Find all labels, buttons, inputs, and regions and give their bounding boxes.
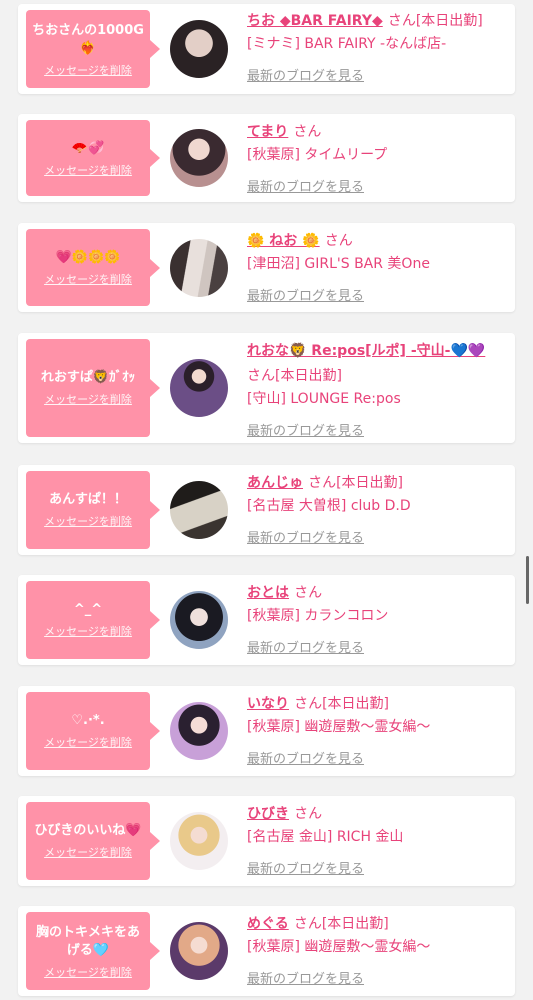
latest-blog-link[interactable]: 最新のブログを見る bbox=[247, 424, 364, 439]
message-text: 胸のトキメキをあげる🩵 bbox=[35, 925, 140, 958]
delete-message-link[interactable]: メッセージを削除 bbox=[44, 62, 132, 78]
delete-message-link[interactable]: メッセージを削除 bbox=[44, 964, 132, 980]
message-card: れおすぱ🦁ｶﾞｵｯ メッセージを削除 れおな🦁 Re:pos[ルポ] -守山-💙… bbox=[18, 333, 515, 443]
message-card: 胸のトキメキをあげる🩵 メッセージを削除 めぐる さん[本日出勤] [秋葉原] … bbox=[18, 906, 515, 996]
honorific: さん bbox=[294, 806, 323, 822]
message-bubble: 💗🌼🌼🌼 メッセージを削除 bbox=[26, 229, 160, 306]
avatar[interactable] bbox=[170, 359, 228, 417]
shop-name: [秋葉原] 幽遊屋敷〜霊女編〜 bbox=[247, 719, 431, 735]
shop-name: [名古屋 大曽根] club D.D bbox=[247, 498, 411, 514]
latest-blog-link[interactable]: 最新のブログを見る bbox=[247, 641, 364, 656]
shop-name: [ミナミ] BAR FAIRY -なんば店- bbox=[247, 36, 447, 52]
cast-name-link[interactable]: てまり bbox=[247, 124, 288, 140]
message-text: れおすぱ🦁ｶﾞｵｯ bbox=[40, 370, 136, 385]
shop-name: [秋葉原] カランコロン bbox=[247, 608, 389, 624]
message-bubble: 胸のトキメキをあげる🩵 メッセージを削除 bbox=[26, 912, 160, 990]
avatar[interactable] bbox=[170, 591, 228, 649]
cast-name-link[interactable]: れおな🦁 Re:pos[ルポ] -守山-💙💜 bbox=[247, 343, 485, 359]
message-bubble: ひびきのいいね💗 メッセージを削除 bbox=[26, 802, 160, 880]
delete-message-link[interactable]: メッセージを削除 bbox=[44, 734, 132, 750]
cast-name-link[interactable]: ちお ◆BAR FAIRY◆ bbox=[247, 13, 383, 29]
message-bubble: あんすぱ！！ メッセージを削除 bbox=[26, 471, 160, 549]
cast-name-link[interactable]: いなり bbox=[247, 696, 289, 712]
message-text: ^_^ bbox=[73, 602, 103, 617]
scrollbar[interactable] bbox=[526, 556, 529, 604]
message-text: ♡.·*. bbox=[71, 713, 105, 728]
shop-name: [名古屋 金山] RICH 金山 bbox=[247, 829, 404, 845]
message-card: ^_^ メッセージを削除 おとは さん [秋葉原] カランコロン 最新のブログを… bbox=[18, 575, 515, 665]
latest-blog-link[interactable]: 最新のブログを見る bbox=[247, 531, 364, 546]
delete-message-link[interactable]: メッセージを削除 bbox=[44, 162, 132, 178]
latest-blog-link[interactable]: 最新のブログを見る bbox=[247, 180, 364, 195]
shop-name: [秋葉原] 幽遊屋敷〜霊女編〜 bbox=[247, 939, 431, 955]
message-bubble: ちおさんの1000G❤️‍🔥 メッセージを削除 bbox=[26, 10, 160, 88]
honorific: さん bbox=[294, 585, 323, 601]
delete-message-link[interactable]: メッセージを削除 bbox=[44, 513, 132, 529]
cast-name-link[interactable]: めぐる bbox=[247, 916, 289, 932]
cast-name-link[interactable]: あんじゅ bbox=[247, 475, 303, 491]
cast-name-link[interactable]: ひびき bbox=[247, 806, 289, 822]
avatar[interactable] bbox=[170, 702, 228, 760]
message-card: あんすぱ！！ メッセージを削除 あんじゅ さん[本日出勤] [名古屋 大曽根] … bbox=[18, 465, 515, 555]
delete-message-link[interactable]: メッセージを削除 bbox=[44, 844, 132, 860]
latest-blog-link[interactable]: 最新のブログを見る bbox=[247, 972, 364, 987]
shop-name: [津田沼] GIRL'S BAR 美One bbox=[247, 256, 430, 272]
message-text: ちおさんの1000G❤️‍🔥 bbox=[32, 23, 144, 56]
latest-blog-link[interactable]: 最新のブログを見る bbox=[247, 862, 364, 877]
honorific: さん bbox=[324, 233, 353, 249]
message-text: あんすぱ！！ bbox=[49, 492, 127, 507]
message-text: ひびきのいいね💗 bbox=[34, 823, 142, 838]
honorific: さん bbox=[293, 916, 322, 932]
avatar[interactable] bbox=[170, 20, 228, 78]
honorific: さん bbox=[308, 475, 337, 491]
message-text: 🪭💞 bbox=[71, 141, 105, 156]
message-bubble: 🪭💞 メッセージを削除 bbox=[26, 120, 160, 196]
shop-name: [守山] LOUNGE Re:pos bbox=[247, 391, 401, 407]
attendance-status: [本日出勤] bbox=[322, 696, 390, 712]
latest-blog-link[interactable]: 最新のブログを見る bbox=[247, 752, 364, 767]
message-text: 💗🌼🌼🌼 bbox=[55, 250, 121, 265]
message-card: 🪭💞 メッセージを削除 てまり さん [秋葉原] タイムリープ 最新のブログを見… bbox=[18, 114, 515, 202]
message-card: ♡.·*. メッセージを削除 いなり さん[本日出勤] [秋葉原] 幽遊屋敷〜霊… bbox=[18, 686, 515, 776]
honorific: さん bbox=[294, 696, 323, 712]
message-card: 💗🌼🌼🌼 メッセージを削除 🌼 ねお 🌼 さん [津田沼] GIRL'S BAR… bbox=[18, 223, 515, 312]
attendance-status: [本日出勤] bbox=[336, 475, 404, 491]
latest-blog-link[interactable]: 最新のブログを見る bbox=[247, 289, 364, 304]
attendance-status: [本日出勤] bbox=[275, 368, 342, 384]
message-card: ひびきのいいね💗 メッセージを削除 ひびき さん [名古屋 金山] RICH 金… bbox=[18, 796, 515, 886]
message-card: ちおさんの1000G❤️‍🔥 メッセージを削除 ちお ◆BAR FAIRY◆ さ… bbox=[18, 4, 515, 94]
message-bubble: れおすぱ🦁ｶﾞｵｯ メッセージを削除 bbox=[26, 339, 160, 437]
attendance-status: [本日出勤] bbox=[321, 916, 389, 932]
message-bubble: ^_^ メッセージを削除 bbox=[26, 581, 160, 659]
honorific: さん bbox=[387, 13, 416, 29]
latest-blog-link[interactable]: 最新のブログを見る bbox=[247, 69, 364, 84]
honorific: さん bbox=[293, 124, 322, 140]
shop-name: [秋葉原] タイムリープ bbox=[247, 147, 388, 163]
avatar[interactable] bbox=[170, 239, 228, 297]
delete-message-link[interactable]: メッセージを削除 bbox=[44, 271, 132, 287]
message-bubble: ♡.·*. メッセージを削除 bbox=[26, 692, 160, 770]
delete-message-link[interactable]: メッセージを削除 bbox=[44, 391, 132, 407]
avatar[interactable] bbox=[170, 481, 228, 539]
cast-name-link[interactable]: おとは bbox=[247, 585, 289, 601]
cast-name-link[interactable]: 🌼 ねお 🌼 bbox=[247, 233, 320, 249]
avatar[interactable] bbox=[170, 812, 228, 870]
honorific: さん bbox=[247, 368, 275, 384]
attendance-status: [本日出勤] bbox=[415, 13, 483, 29]
avatar[interactable] bbox=[170, 922, 228, 980]
delete-message-link[interactable]: メッセージを削除 bbox=[44, 623, 132, 639]
avatar[interactable] bbox=[170, 129, 228, 187]
